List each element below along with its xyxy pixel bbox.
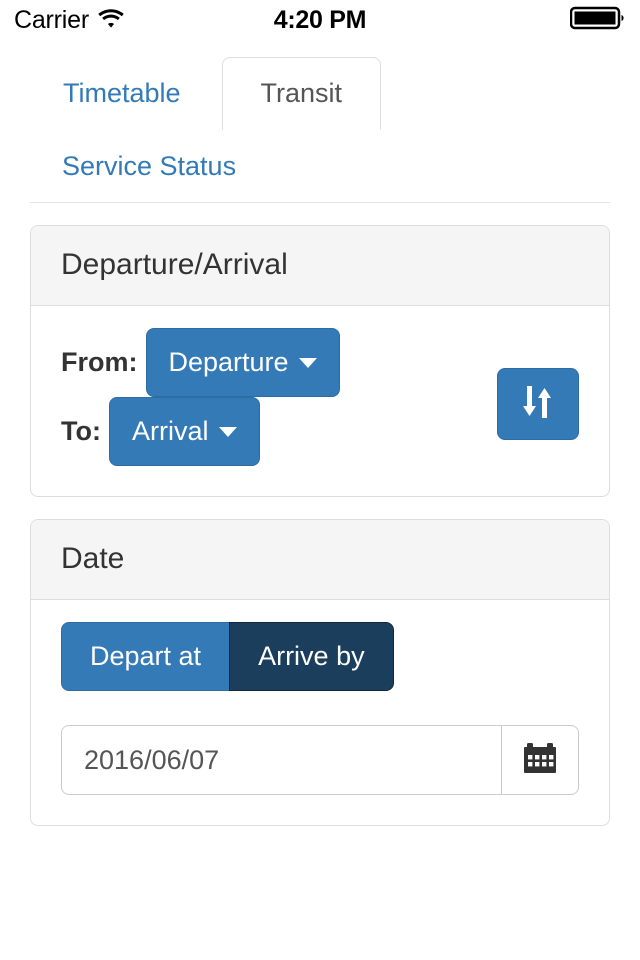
wifi-icon xyxy=(98,8,124,33)
depart-at-button[interactable]: Depart at xyxy=(61,622,230,691)
departure-arrival-panel-heading: Departure/Arrival xyxy=(31,226,609,306)
status-bar: Carrier 4:20 PM xyxy=(0,0,640,40)
arrival-dropdown-label: Arrival xyxy=(131,416,209,446)
tab-transit[interactable]: Transit xyxy=(221,57,382,130)
status-bar-left: Carrier xyxy=(14,6,124,35)
date-input-group xyxy=(61,725,579,795)
departure-arrival-panel-title: Departure/Arrival xyxy=(61,248,288,281)
departure-dropdown-label: Departure xyxy=(168,347,289,377)
carrier-label: Carrier xyxy=(14,5,89,34)
arrive-by-button[interactable]: Arrive by xyxy=(229,622,394,691)
arrival-dropdown-button[interactable]: Arrival xyxy=(108,397,260,466)
chevron-down-icon xyxy=(218,426,237,437)
date-panel-heading: Date xyxy=(31,520,609,600)
tab-navigation: Timetable Transit Service Status xyxy=(0,40,640,202)
depart-arrive-toggle-group: Depart at Arrive by xyxy=(61,622,394,691)
battery-full-icon xyxy=(569,5,626,36)
swap-vertical-icon xyxy=(521,383,555,426)
swap-stations-button[interactable] xyxy=(497,368,579,440)
date-input[interactable] xyxy=(61,725,501,795)
to-label: To: xyxy=(61,416,101,446)
departure-arrival-panel: Departure/Arrival From: Departure To: Ar… xyxy=(30,225,610,497)
chevron-down-icon xyxy=(298,357,317,368)
date-panel-title: Date xyxy=(61,542,125,575)
calendar-icon xyxy=(522,741,558,780)
status-bar-right xyxy=(569,5,626,36)
tab-row-primary: Timetable Transit xyxy=(30,40,610,130)
tab-divider xyxy=(30,202,610,203)
tab-service-status[interactable]: Service Status xyxy=(30,152,236,180)
tab-timetable[interactable]: Timetable xyxy=(30,57,214,130)
date-panel-body: Depart at Arrive by xyxy=(31,600,609,825)
calendar-picker-button[interactable] xyxy=(501,725,579,795)
departure-arrival-panel-body: From: Departure To: Arrival xyxy=(31,306,609,496)
tab-row-secondary: Service Status xyxy=(30,130,610,202)
departure-dropdown-button[interactable]: Departure xyxy=(145,328,340,397)
date-panel: Date Depart at Arrive by xyxy=(30,519,610,826)
from-label: From: xyxy=(61,347,138,377)
